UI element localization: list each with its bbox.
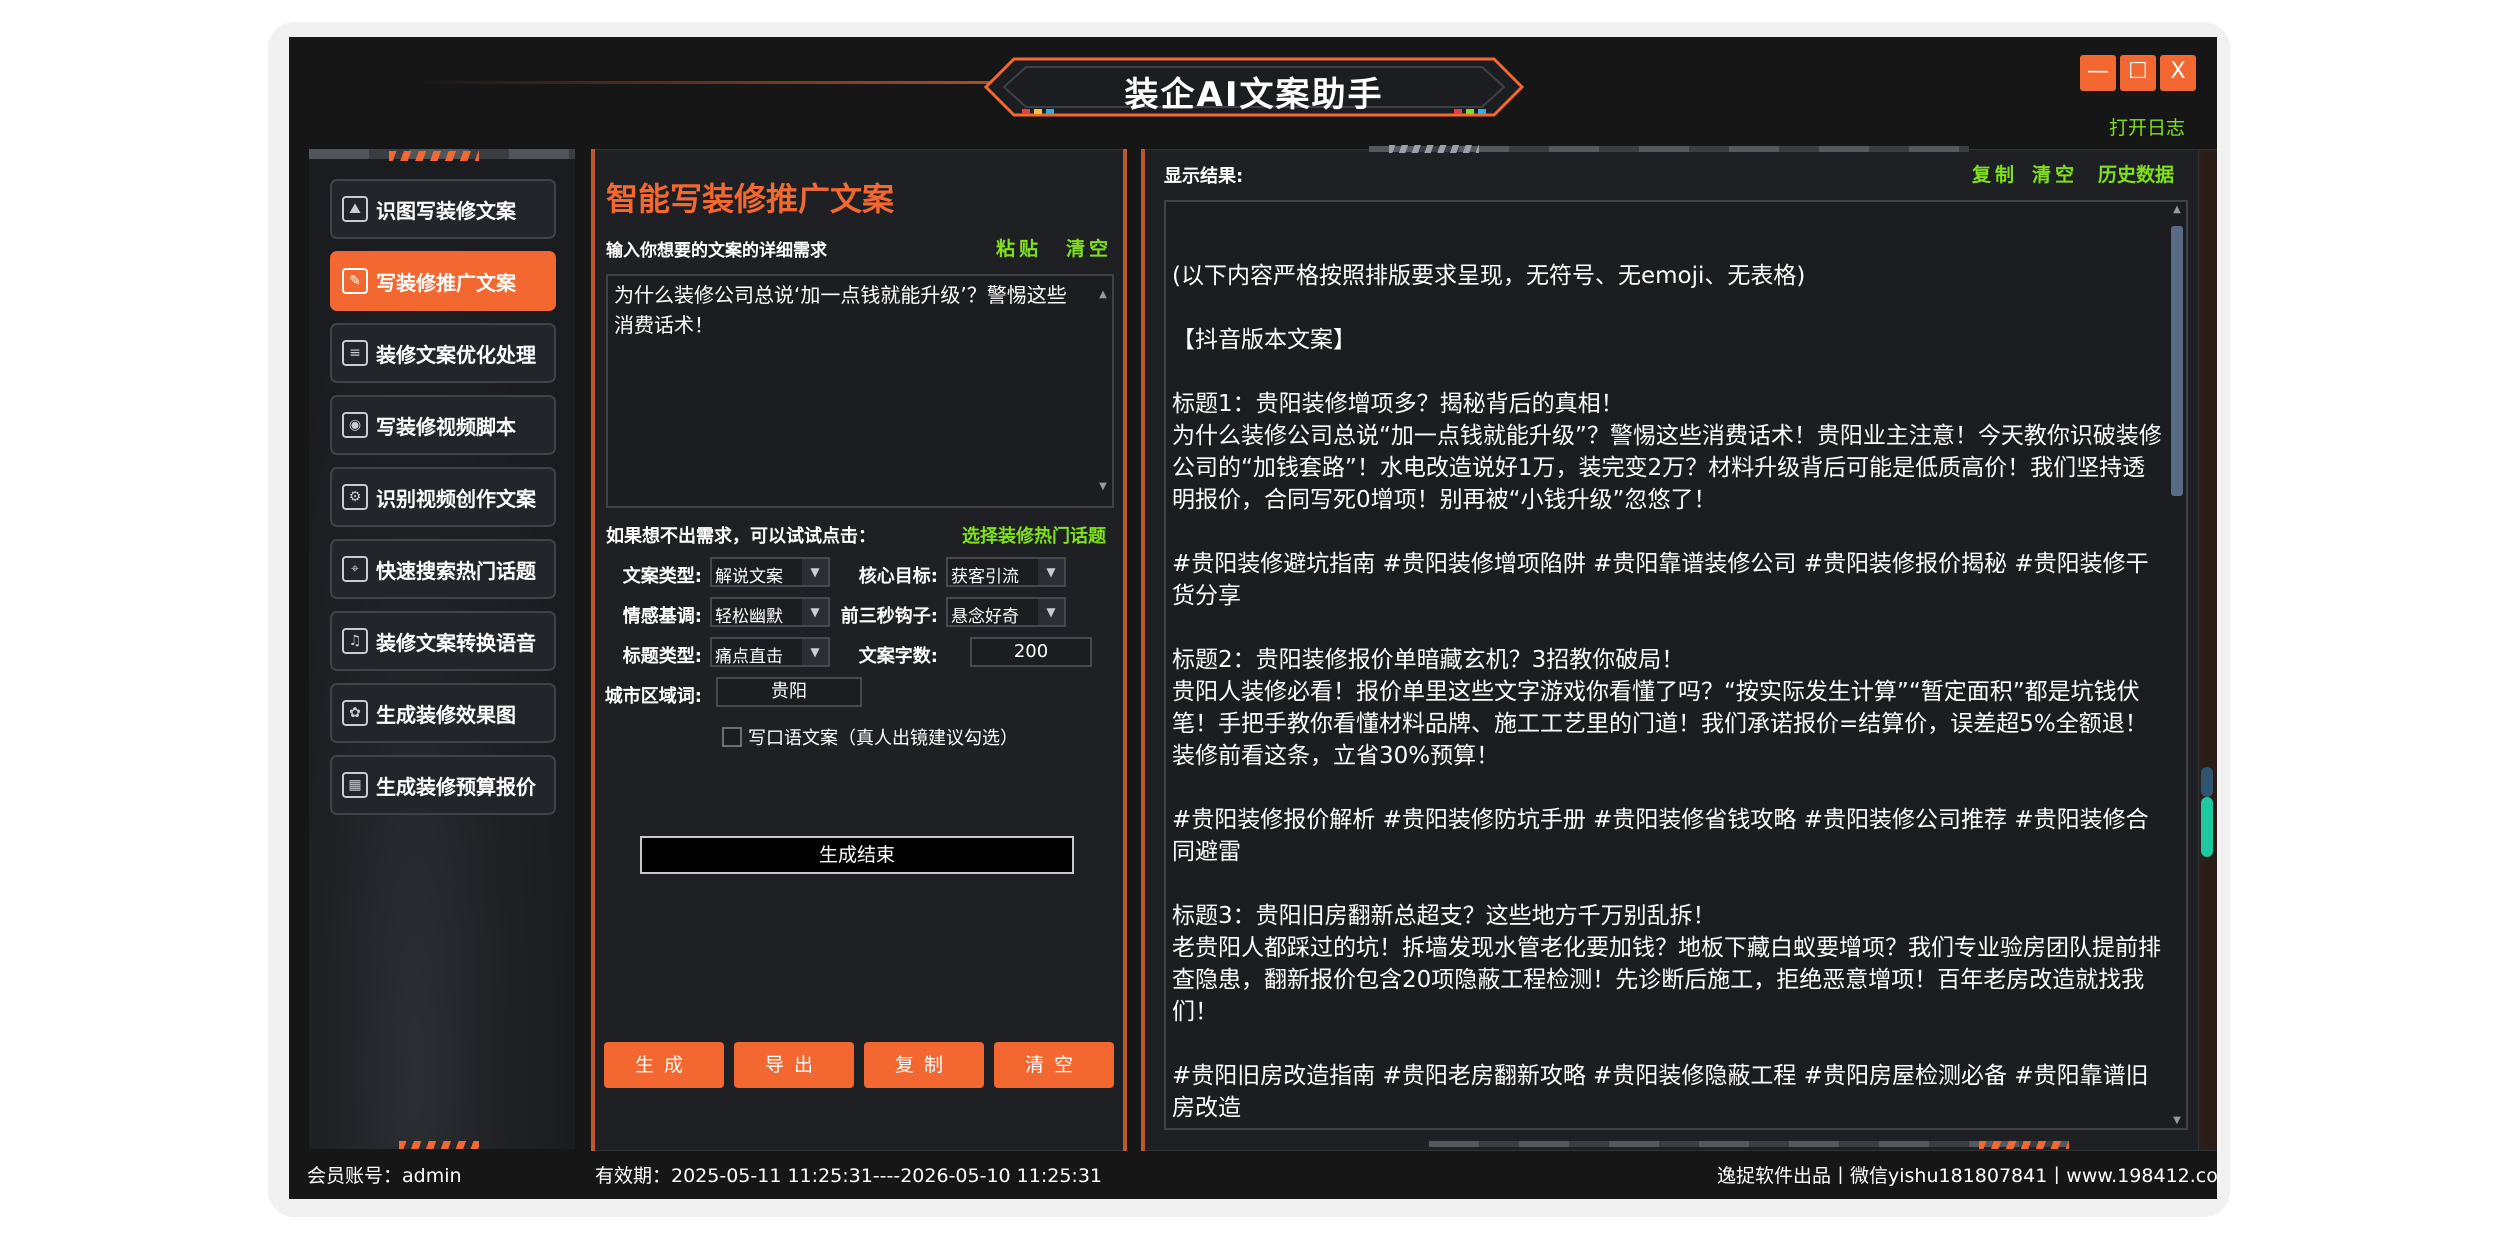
sidebar-top-stripes: [389, 151, 479, 161]
document-icon: ≡: [342, 340, 368, 366]
sidebar-item-label: 生成装修效果图: [376, 702, 516, 727]
scroll-down-icon[interactable]: ▼: [1096, 472, 1110, 502]
core-goal-value: 获客引流: [951, 567, 1019, 587]
sidebar-item-label: 写装修推广文案: [376, 270, 516, 295]
paste-link[interactable]: 粘贴: [996, 234, 1042, 261]
pencil-icon: ✎: [342, 268, 368, 294]
word-count-input[interactable]: 200: [970, 637, 1092, 667]
sidebar-item-promo-copy[interactable]: ✎ 写装修推广文案: [330, 251, 556, 311]
hook-select[interactable]: 悬念好奇 ▼: [946, 597, 1066, 627]
title-plaque: 装企AI文案助手: [984, 55, 1524, 119]
open-log-link[interactable]: 打开日志: [2109, 113, 2185, 140]
emotion-select[interactable]: 轻松幽默 ▼: [710, 597, 830, 627]
sidebar-item-label: 生成装修预算报价: [376, 774, 536, 799]
scroll-up-icon[interactable]: ▲: [1096, 280, 1110, 310]
panel-accent-left: [591, 149, 595, 1151]
copy-type-value: 解说文案: [715, 567, 783, 587]
checkbox-box[interactable]: [722, 727, 742, 747]
oral-copy-checkbox[interactable]: 写口语文案（真人出镜建议勾选）: [722, 724, 1018, 750]
display-result-label: 显示结果:: [1164, 166, 1244, 187]
copy-button[interactable]: 复制: [864, 1042, 984, 1088]
sidebar-item-image-copy[interactable]: ⛰ 识图写装修文案: [330, 179, 556, 239]
sidebar: ⛰ 识图写装修文案 ✎ 写装修推广文案 ≡ 装修文案优化处理 ◉ 写装修视频脚本…: [309, 149, 575, 1149]
result-bottom-stripes: [1979, 1141, 2069, 1149]
title-type-select[interactable]: 痛点直击 ▼: [710, 637, 830, 667]
chevron-down-icon: ▼: [1038, 599, 1064, 625]
scroll-up-icon[interactable]: ▲: [2170, 204, 2184, 215]
core-goal-select[interactable]: 获客引流 ▼: [946, 557, 1066, 587]
title-type-label: 标题类型:: [622, 646, 702, 667]
app-window: 装企AI文案助手 — ☐ X 打开日志 ⛰ 识图写装修文案 ✎ 写装修推广文案 …: [289, 37, 2217, 1199]
city-label: 城市区域词:: [604, 686, 702, 707]
result-textarea[interactable]: (以下内容严格按照排版要求呈现，无符号、无emoji、无表格) 【抖音版本文案】…: [1164, 200, 2188, 1130]
panel-accent-right: [1123, 149, 1127, 1151]
sidebar-item-label: 快速搜索热门话题: [376, 558, 536, 583]
title-type-value: 痛点直击: [715, 647, 783, 667]
edge-indicator: [2201, 767, 2213, 857]
sidebar-item-label: 识别视频创作文案: [376, 486, 536, 511]
sidebar-item-label: 写装修视频脚本: [376, 414, 516, 439]
sidebar-item-label: 装修文案优化处理: [376, 342, 536, 367]
copy-type-label: 文案类型:: [622, 566, 702, 587]
sidebar-item-text-to-speech[interactable]: ♫ 装修文案转换语音: [330, 611, 556, 671]
requirement-scrollbar[interactable]: ▲ ▼: [1096, 280, 1110, 502]
sidebar-item-copy-optimize[interactable]: ≡ 装修文案优化处理: [330, 323, 556, 383]
calculator-icon: ▦: [342, 772, 368, 798]
vendor-info: 逸捉软件出品丨微信yishu181807841丨www.198412.com: [1717, 1165, 2217, 1187]
minimize-button[interactable]: —: [2080, 55, 2116, 91]
copy-result-link[interactable]: 复制: [1972, 160, 2018, 187]
hook-value: 悬念好奇: [951, 607, 1019, 627]
oral-copy-label: 写口语文案（真人出镜建议勾选）: [748, 728, 1018, 749]
result-text: (以下内容严格按照排版要求呈现，无符号、无emoji、无表格) 【抖音版本文案】…: [1172, 263, 2162, 1121]
scrollbar-thumb[interactable]: [2171, 226, 2183, 496]
hook-label: 前三秒钩子:: [840, 606, 938, 627]
word-count-label: 文案字数:: [858, 646, 938, 667]
emotion-value: 轻松幽默: [715, 607, 783, 627]
export-button[interactable]: 导出: [734, 1042, 854, 1088]
status-bar: 生成结束: [640, 836, 1074, 874]
account-info: 会员账号：admin: [307, 1165, 462, 1187]
history-link[interactable]: 历史数据: [2098, 160, 2174, 187]
app-title: 装企AI文案助手: [1124, 75, 1384, 115]
result-top-stripes: [1389, 145, 1479, 153]
hot-topic-link[interactable]: 选择装修热门话题: [962, 522, 1106, 548]
headphones-icon: ♫: [342, 628, 368, 654]
close-button[interactable]: X: [2160, 55, 2196, 91]
city-input[interactable]: 贵阳: [716, 677, 862, 707]
validity-info: 有效期：2025-05-11 11:25:31----2026-05-10 11…: [595, 1165, 1103, 1187]
gear-icon: ⚙: [342, 484, 368, 510]
emotion-label: 情感基调:: [622, 606, 702, 627]
sidebar-bottom-stripes: [399, 1141, 479, 1149]
chevron-down-icon: ▼: [1038, 559, 1064, 585]
requirement-text: 为什么装修公司总说‘加一点钱就能升级’？警惕这些消费话术！: [614, 283, 1067, 337]
result-scrollbar[interactable]: ▲ ▼: [2170, 204, 2184, 1126]
sidebar-item-hot-topics[interactable]: ⌖ 快速搜索热门话题: [330, 539, 556, 599]
maximize-button[interactable]: ☐: [2120, 55, 2156, 91]
result-bottom-strip: [1429, 1141, 2069, 1147]
camera-icon: ◉: [342, 412, 368, 438]
generate-button[interactable]: 生成: [604, 1042, 724, 1088]
copy-form-panel: 智能写装修推广文案 输入你想要的文案的详细需求 粘贴 清空 为什么装修公司总说‘…: [591, 149, 1127, 1151]
sidebar-item-video-recognize[interactable]: ⚙ 识别视频创作文案: [330, 467, 556, 527]
result-panel: 显示结果: 复制 清空 历史数据 (以下内容严格按照排版要求呈现，无符号、无em…: [1141, 149, 2199, 1151]
hint-text: 如果想不出需求，可以试试点击：: [606, 526, 876, 547]
image-icon: ⛰: [342, 196, 368, 222]
clear-result-link[interactable]: 清空: [2032, 160, 2078, 187]
location-pin-icon: ⌖: [342, 556, 368, 582]
requirement-textarea[interactable]: 为什么装修公司总说‘加一点钱就能升级’？警惕这些消费话术！ ▲ ▼: [606, 274, 1114, 508]
result-accent-left: [1141, 149, 1145, 1151]
clear-button[interactable]: 清空: [994, 1042, 1114, 1088]
sidebar-item-label: 识图写装修文案: [376, 198, 516, 223]
clear-input-link[interactable]: 清空: [1066, 234, 1112, 261]
sidebar-item-render[interactable]: ✿ 生成装修效果图: [330, 683, 556, 743]
sidebar-item-label: 装修文案转换语音: [376, 630, 536, 655]
scroll-down-icon[interactable]: ▼: [2170, 1115, 2184, 1126]
sidebar-item-budget[interactable]: ▦ 生成装修预算报价: [330, 755, 556, 815]
requirement-label: 输入你想要的文案的详细需求: [606, 241, 827, 261]
panel-title: 智能写装修推广文案: [606, 180, 895, 218]
core-goal-label: 核心目标:: [858, 566, 938, 587]
palette-icon: ✿: [342, 700, 368, 726]
sidebar-item-video-script[interactable]: ◉ 写装修视频脚本: [330, 395, 556, 455]
copy-type-select[interactable]: 解说文案 ▼: [710, 557, 830, 587]
